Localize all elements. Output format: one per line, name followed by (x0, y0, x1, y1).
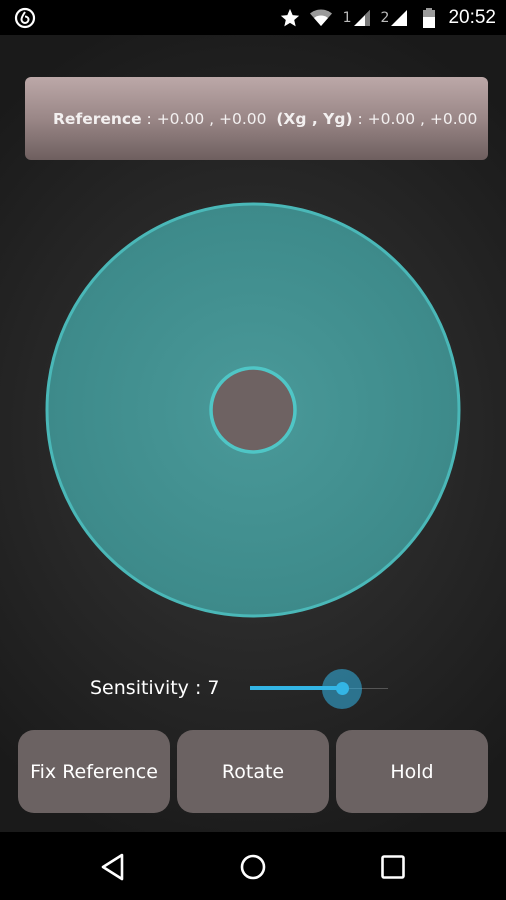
star-icon (280, 8, 299, 26)
position-indicator[interactable] (209, 366, 297, 454)
fix-reference-button[interactable]: Fix Reference (18, 730, 170, 813)
sensitivity-label: Sensitivity : 7 (90, 677, 220, 699)
home-icon[interactable] (236, 850, 270, 884)
battery-icon (423, 7, 436, 28)
reference-label: Reference (53, 109, 142, 128)
signal-sim1-icon (353, 9, 370, 26)
app-notification-icon (14, 7, 36, 29)
reference-value: +0.00 , +0.00 (156, 109, 267, 128)
xy-label: (Xg , Yg) (276, 109, 353, 128)
reference-panel: Reference : +0.00 , +0.00 (Xg , Yg) : +0… (25, 77, 488, 160)
slider-thumb[interactable] (335, 682, 349, 695)
tilt-pad[interactable] (45, 202, 461, 618)
rotate-button[interactable]: Rotate (177, 730, 329, 813)
sim2-label: 2 (380, 9, 390, 26)
back-icon[interactable] (96, 850, 130, 884)
sensitivity-slider[interactable] (250, 667, 388, 711)
recents-icon[interactable] (376, 850, 410, 884)
signal-sim2-icon (391, 9, 408, 26)
hold-button[interactable]: Hold (336, 730, 488, 813)
status-bar: 1 2 20:52 (0, 0, 506, 35)
xy-value: +0.00 , +0.00 (367, 109, 478, 128)
xy-separator: : (352, 109, 368, 128)
status-icons: 1 2 20:52 (271, 0, 496, 35)
sensitivity-row: Sensitivity : 7 (0, 667, 506, 711)
wifi-icon (309, 9, 332, 26)
reference-separator: : (141, 109, 157, 128)
clock: 20:52 (448, 6, 496, 28)
app-content: Reference : +0.00 , +0.00 (Xg , Yg) : +0… (0, 35, 506, 832)
action-buttons: Fix Reference Rotate Hold (18, 730, 488, 813)
navigation-bar (0, 832, 506, 900)
sim1-label: 1 (342, 9, 352, 26)
